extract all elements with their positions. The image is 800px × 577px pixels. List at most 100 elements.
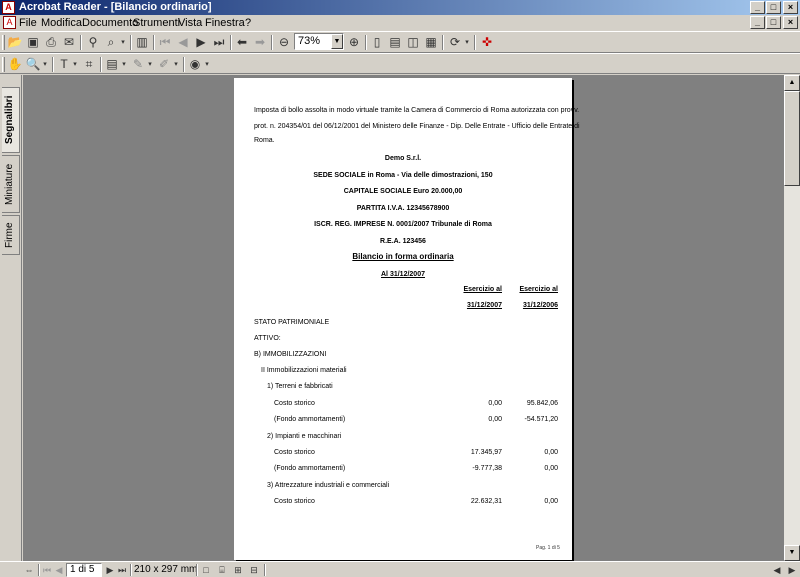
tab-segnalibri[interactable]: Segnalibri bbox=[2, 87, 20, 153]
pencil-dropdown-icon[interactable]: ▾ bbox=[145, 56, 155, 73]
scroll-left-icon[interactable]: ◀ bbox=[770, 563, 784, 577]
next-page-icon[interactable]: ▶ bbox=[192, 34, 210, 51]
print-icon[interactable]: ⎙ bbox=[42, 34, 60, 51]
toolbar-separator bbox=[80, 35, 82, 50]
back-icon[interactable]: ⬅ bbox=[233, 34, 251, 51]
snapshot-icon[interactable]: ⌗ bbox=[80, 56, 98, 73]
stamp-dropdown-icon[interactable]: ▾ bbox=[202, 56, 212, 73]
search-dropdown-icon[interactable]: ▾ bbox=[118, 34, 128, 51]
status-next-page-icon[interactable]: ▶ bbox=[104, 563, 116, 577]
company-vat: PARTITA I.V.A. 12345678900 bbox=[356, 205, 450, 212]
reflow-icon[interactable]: ▦ bbox=[422, 34, 440, 51]
row-value-2006: 0,00 bbox=[544, 465, 558, 472]
status-last-page-icon[interactable]: ⏭ bbox=[116, 563, 128, 577]
adobe-online-icon[interactable]: ✜ bbox=[478, 34, 496, 51]
window-title: Acrobat Reader - [Bilancio ordinario] bbox=[19, 1, 212, 13]
pdf-page: Imposta di bollo assolta in modo virtual… bbox=[234, 78, 580, 560]
facing-icon[interactable]: ⊟ bbox=[247, 563, 261, 577]
main-toolbar: 📂 ▣ ⎙ ✉ ⚲ ⌕ ▾ ▥ ⏮ ◀ ▶ ⏭ ⬅ ➡ ⊖ ⊕ ▯ ▤ ◫ ▦ … bbox=[0, 31, 800, 53]
toolbar-separator bbox=[365, 35, 367, 50]
col2-label: Esercizio al bbox=[519, 286, 558, 293]
section-heading: STATO PATRIMONIALE bbox=[254, 319, 330, 326]
zoom-in-icon[interactable]: ⊕ bbox=[345, 34, 363, 51]
text-select-dropdown-icon[interactable]: ▾ bbox=[70, 56, 80, 73]
page-size: 210 x 297 mm bbox=[134, 564, 198, 575]
toolbar-grip[interactable] bbox=[2, 35, 5, 50]
actual-size-icon[interactable]: ▯ bbox=[368, 34, 386, 51]
document-menu-icon[interactable]: A bbox=[3, 16, 16, 29]
row-label: (Fondo ammortamenti) bbox=[274, 416, 346, 423]
menu-modifica[interactable]: Modifica bbox=[41, 17, 82, 29]
zoom-out-icon[interactable]: ⊖ bbox=[275, 34, 293, 51]
row-value-2007: 22.632,31 bbox=[470, 498, 502, 505]
toolbar-separator bbox=[100, 57, 102, 72]
status-first-page-icon[interactable]: ⏮ bbox=[41, 563, 53, 577]
save-icon[interactable]: ▣ bbox=[24, 34, 42, 51]
col1-date: 31/12/2007 bbox=[466, 302, 502, 309]
company-rea: R.E.A. 123456 bbox=[380, 238, 426, 245]
company-registry: ISCR. REG. IMPRESE N. 0001/2007 Tribunal… bbox=[314, 221, 492, 228]
scroll-right-icon[interactable]: ▶ bbox=[785, 563, 799, 577]
fit-width-icon[interactable]: ◫ bbox=[404, 34, 422, 51]
menu-documento[interactable]: Documento bbox=[82, 17, 138, 29]
toolbar-separator bbox=[183, 57, 185, 72]
scroll-up-icon[interactable]: ▲ bbox=[784, 75, 800, 91]
section-heading: ATTIVO: bbox=[254, 335, 281, 342]
nav-pane-toggle-icon[interactable]: ⇔ bbox=[22, 563, 36, 577]
vertical-scrollbar[interactable]: ▲ ▼ bbox=[784, 75, 800, 561]
section-heading: B) IMMOBILIZZAZIONI bbox=[254, 351, 327, 358]
menu-help[interactable]: ? bbox=[245, 17, 251, 29]
highlight-dropdown-icon[interactable]: ▾ bbox=[171, 56, 181, 73]
minimize-button[interactable]: _ bbox=[750, 1, 765, 14]
maximize-button[interactable]: □ bbox=[766, 1, 781, 14]
first-page-icon[interactable]: ⏮ bbox=[156, 34, 174, 51]
page-number-field[interactable]: 1 di 5 bbox=[66, 563, 102, 577]
header-line: prot. n. 204354/01 del 06/12/2001 del Mi… bbox=[254, 123, 580, 130]
status-bar: ⇔ ⏮ ◀ 1 di 5 ▶ ⏭ 210 x 297 mm □ ⌸ ⊞ ⊟ ◀ … bbox=[0, 561, 800, 577]
status-separator bbox=[130, 564, 132, 576]
toolbar-grip[interactable] bbox=[2, 57, 5, 72]
hand-tool-icon[interactable]: ✋ bbox=[6, 56, 24, 73]
toolbar-separator bbox=[230, 35, 232, 50]
company-seat: SEDE SOCIALE in Roma - Via delle dimostr… bbox=[313, 172, 493, 179]
find-icon[interactable]: ⚲ bbox=[84, 34, 102, 51]
last-page-icon[interactable]: ⏭ bbox=[210, 34, 228, 51]
menu-finestra[interactable]: Finestra bbox=[205, 17, 245, 29]
note-dropdown-icon[interactable]: ▾ bbox=[119, 56, 129, 73]
doc-close-button[interactable]: × bbox=[783, 16, 798, 29]
row-value-2006: -54.571,20 bbox=[524, 416, 558, 423]
toolbar-separator bbox=[52, 57, 54, 72]
tab-firme[interactable]: Firme bbox=[2, 215, 20, 255]
toolbar-separator bbox=[153, 35, 155, 50]
document-viewport[interactable]: Imposta di bollo assolta in modo virtual… bbox=[23, 75, 784, 561]
row-value-2006: 0,00 bbox=[544, 498, 558, 505]
menu-strumenti[interactable]: Strumenti bbox=[133, 17, 180, 29]
toolbar-separator bbox=[474, 35, 476, 50]
status-previous-page-icon[interactable]: ◀ bbox=[53, 563, 65, 577]
doc-restore-button[interactable]: □ bbox=[766, 16, 781, 29]
fit-page-icon[interactable]: ▤ bbox=[386, 34, 404, 51]
tab-miniature[interactable]: Miniature bbox=[2, 155, 20, 213]
zoom-dropdown-icon[interactable]: ▼ bbox=[331, 34, 343, 49]
row-value-2007: -9.777,38 bbox=[472, 465, 502, 472]
close-button[interactable]: × bbox=[783, 1, 798, 14]
row-value-2007: 0,00 bbox=[488, 400, 502, 407]
row-value-2007: 0,00 bbox=[488, 416, 502, 423]
scroll-thumb[interactable] bbox=[784, 91, 800, 186]
navigation-pane-icon[interactable]: ▥ bbox=[133, 34, 151, 51]
doc-minimize-button[interactable]: _ bbox=[750, 16, 765, 29]
previous-page-icon[interactable]: ◀ bbox=[174, 34, 192, 51]
scroll-down-icon[interactable]: ▼ bbox=[784, 545, 800, 561]
menu-file[interactable]: File bbox=[19, 17, 37, 29]
zoom-tool-dropdown-icon[interactable]: ▾ bbox=[40, 56, 50, 73]
row-value-2006: 95.842,06 bbox=[526, 400, 558, 407]
continuous-facing-icon[interactable]: ⊞ bbox=[231, 563, 245, 577]
single-page-icon[interactable]: □ bbox=[199, 563, 213, 577]
menu-vista[interactable]: Vista bbox=[178, 17, 202, 29]
continuous-icon[interactable]: ⌸ bbox=[215, 563, 229, 577]
forward-icon[interactable]: ➡ bbox=[251, 34, 269, 51]
acrobat-app-icon[interactable]: A bbox=[2, 1, 15, 14]
open-icon[interactable]: 📂 bbox=[6, 34, 24, 51]
email-icon[interactable]: ✉ bbox=[60, 34, 78, 51]
rotate-dropdown-icon[interactable]: ▾ bbox=[462, 34, 472, 51]
